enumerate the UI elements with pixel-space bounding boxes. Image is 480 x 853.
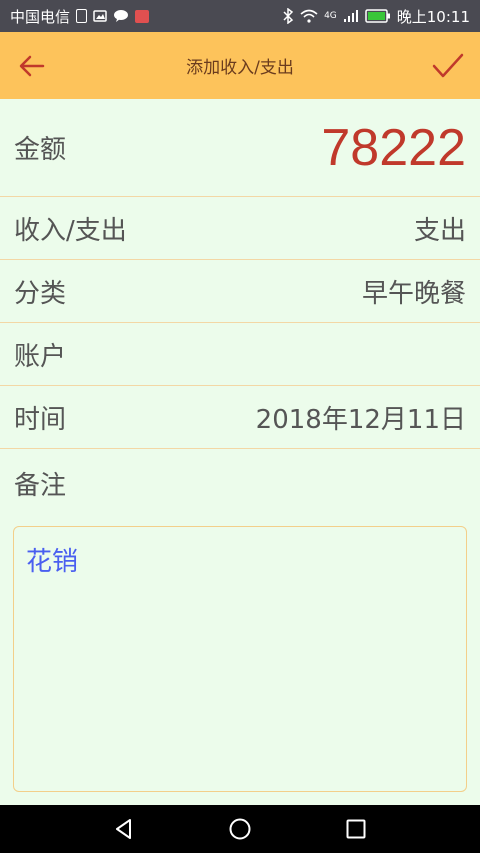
date-value[interactable]: 2018年12月11日 — [256, 399, 466, 436]
date-label: 时间 — [14, 404, 67, 435]
message-icon — [113, 9, 129, 23]
account-label: 账户 — [14, 341, 67, 372]
page-title: 添加收入/支出 — [186, 58, 294, 78]
account-row[interactable]: 账户 — [0, 323, 480, 386]
triangle-back-icon — [116, 819, 131, 839]
signal-icon — [343, 9, 359, 23]
category-label: 分类 — [14, 278, 67, 309]
type-label: 收入/支出 — [14, 215, 127, 246]
network-type-text: 4G — [324, 11, 337, 21]
category-value[interactable]: 早午晚餐 — [362, 273, 466, 310]
note-textarea[interactable]: 花销 — [13, 526, 467, 792]
nav-recents-button[interactable] — [338, 811, 374, 847]
bluetooth-icon — [282, 8, 294, 24]
transaction-form: 金额 78222 收入/支出 支出 分类 早午晚餐 账户 时间 2018年12月… — [0, 99, 480, 517]
toolbar: 添加收入/支出 — [0, 32, 480, 99]
sim-icon — [76, 9, 88, 23]
nav-home-button[interactable] — [222, 811, 258, 847]
note-label: 备注 — [14, 470, 67, 501]
app-notification-icon — [135, 9, 150, 23]
back-button[interactable] — [14, 48, 50, 84]
amount-label: 金额 — [14, 135, 67, 165]
navigation-bar — [0, 805, 480, 853]
square-recents-icon — [346, 819, 366, 839]
status-bar: 中国电信 4G 晚上10:11 — [0, 0, 480, 32]
date-row[interactable]: 时间 2018年12月11日 — [0, 386, 480, 449]
carrier-text: 中国电信 — [10, 7, 71, 26]
note-row: 备注 — [0, 449, 480, 517]
checkmark-icon — [432, 53, 464, 77]
status-right: 4G 晚上10:11 — [282, 6, 470, 27]
status-left: 中国电信 — [10, 6, 150, 27]
gallery-icon — [93, 9, 107, 23]
confirm-button[interactable] — [430, 48, 466, 84]
arrow-left-icon — [19, 55, 45, 76]
clock-text: 晚上10:11 — [396, 7, 470, 26]
circle-home-icon — [229, 818, 251, 840]
nav-back-button[interactable] — [106, 811, 142, 847]
wifi-icon — [300, 9, 318, 23]
amount-row[interactable]: 金额 78222 — [0, 99, 480, 197]
category-row[interactable]: 分类 早午晚餐 — [0, 260, 480, 323]
type-row[interactable]: 收入/支出 支出 — [0, 197, 480, 260]
amount-value[interactable]: 78222 — [321, 118, 466, 178]
type-value[interactable]: 支出 — [414, 210, 466, 247]
battery-icon — [365, 9, 391, 23]
